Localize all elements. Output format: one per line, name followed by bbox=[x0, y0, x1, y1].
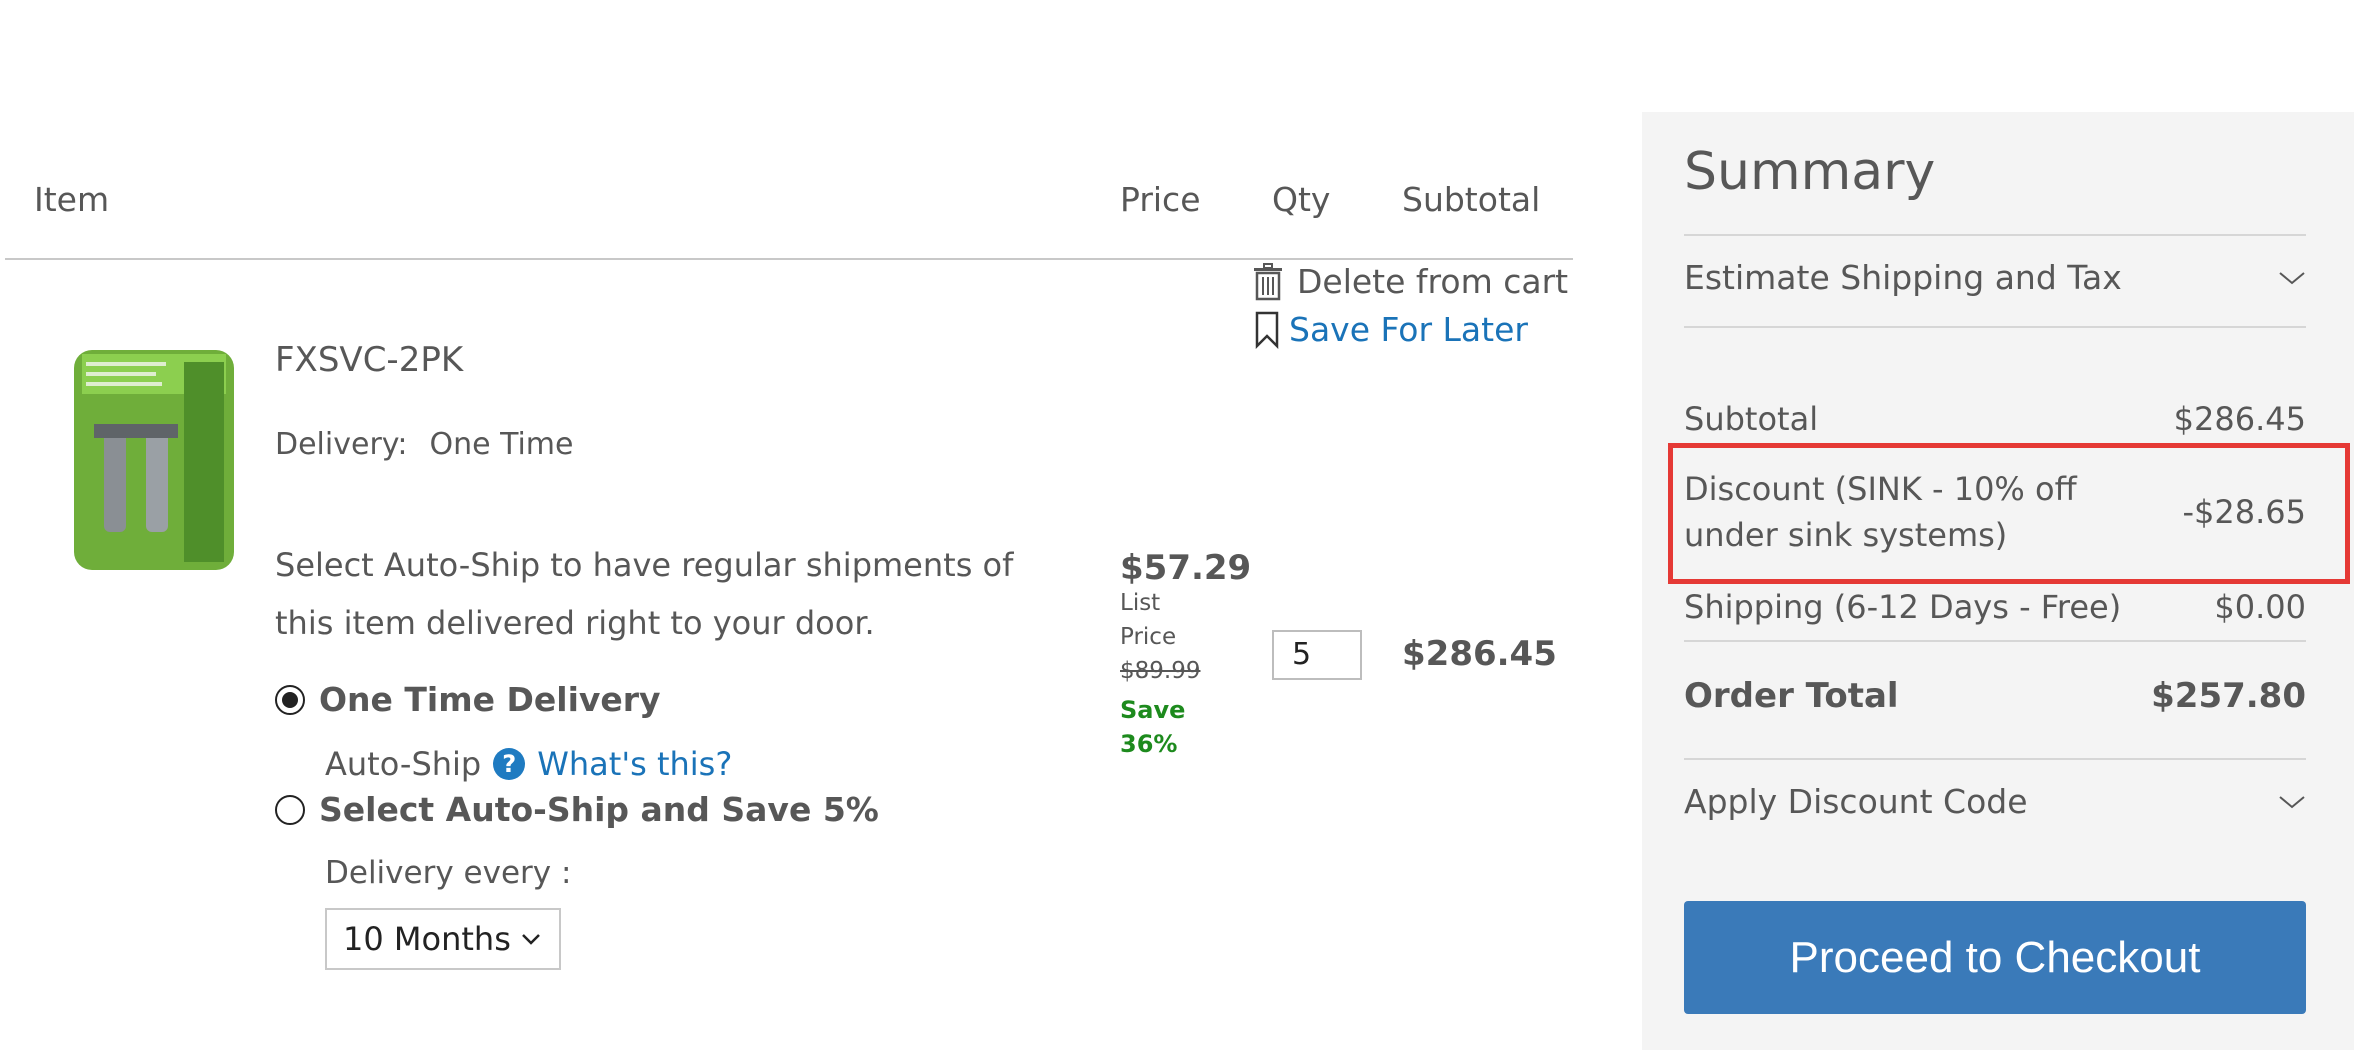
column-header-price: Price bbox=[1120, 180, 1201, 219]
help-icon[interactable]: ? bbox=[493, 748, 526, 780]
summary-subtotal-value: $286.45 bbox=[2173, 400, 2306, 438]
delivery-every-label: Delivery every : bbox=[325, 855, 572, 891]
delivery-label: Delivery: bbox=[275, 427, 408, 462]
product-image[interactable] bbox=[64, 332, 244, 580]
list-label: List bbox=[1120, 590, 1161, 616]
summary-divider bbox=[1684, 640, 2306, 642]
product-name[interactable]: FXSVC-2PK bbox=[275, 340, 463, 380]
chevron-down-icon bbox=[2279, 271, 2305, 284]
autoship-description: Select Auto-Ship to have regular shipmen… bbox=[275, 546, 1014, 642]
column-header-item: Item bbox=[34, 180, 110, 219]
discount-highlight-box bbox=[1668, 443, 2350, 584]
apply-discount-toggle[interactable]: Apply Discount Code bbox=[1684, 782, 2306, 821]
proceed-to-checkout-button[interactable]: Proceed to Checkout bbox=[1684, 901, 2306, 1014]
summary-subtotal-row: Subtotal $286.45 bbox=[1684, 400, 2306, 438]
summary-divider bbox=[1684, 234, 2306, 236]
apply-discount-label: Apply Discount Code bbox=[1684, 782, 2028, 821]
summary-shipping-row: Shipping (6-12 Days - Free) $0.00 bbox=[1684, 588, 2306, 626]
order-total-row: Order Total $257.80 bbox=[1684, 676, 2306, 716]
radio-unselected-icon[interactable] bbox=[275, 794, 305, 825]
quantity-input[interactable]: 5 bbox=[1272, 630, 1362, 680]
radio-selected-icon[interactable] bbox=[275, 684, 305, 715]
price-label: Price bbox=[1120, 624, 1177, 650]
delivery-frequency-select[interactable]: 10 Months bbox=[325, 908, 561, 970]
header-divider bbox=[5, 258, 1573, 260]
autoship-label: Auto-Ship bbox=[325, 745, 482, 783]
estimate-shipping-label: Estimate Shipping and Tax bbox=[1684, 258, 2122, 297]
summary-divider bbox=[1684, 758, 2306, 760]
line-subtotal: $286.45 bbox=[1402, 634, 1557, 674]
summary-divider bbox=[1684, 326, 2306, 328]
autoship-option[interactable]: Select Auto-Ship and Save 5% bbox=[275, 790, 879, 829]
summary-shipping-value: $0.00 bbox=[2214, 588, 2306, 626]
column-header-qty: Qty bbox=[1272, 180, 1331, 219]
delivery-info: Delivery: One Time bbox=[275, 427, 574, 462]
one-time-delivery-option[interactable]: One Time Delivery bbox=[275, 680, 661, 719]
chevron-down-icon bbox=[521, 934, 540, 945]
delivery-value: One Time bbox=[429, 427, 574, 462]
save-for-later-button[interactable]: Save For Later bbox=[1253, 310, 1528, 349]
one-time-delivery-label: One Time Delivery bbox=[319, 680, 661, 719]
estimate-shipping-toggle[interactable]: Estimate Shipping and Tax bbox=[1684, 258, 2306, 297]
save-label: Save bbox=[1120, 696, 1186, 724]
list-price: $89.99 bbox=[1120, 658, 1201, 684]
summary-shipping-label: Shipping (6-12 Days - Free) bbox=[1684, 588, 2122, 626]
autoship-option-label: Select Auto-Ship and Save 5% bbox=[319, 790, 879, 829]
save-percent: 36% bbox=[1120, 730, 1178, 758]
order-total-label: Order Total bbox=[1684, 676, 1899, 716]
chevron-down-icon bbox=[2279, 795, 2305, 808]
whats-this-link[interactable]: What's this? bbox=[537, 745, 732, 783]
column-header-subtotal: Subtotal bbox=[1402, 180, 1541, 219]
bookmark-icon bbox=[1255, 311, 1279, 349]
delete-from-cart-button[interactable]: Delete from cart bbox=[1253, 262, 1568, 301]
summary-title: Summary bbox=[1684, 142, 1936, 202]
unit-price: $57.29 bbox=[1120, 548, 1252, 588]
order-total-value: $257.80 bbox=[2151, 676, 2306, 716]
trash-icon bbox=[1254, 262, 1282, 300]
save-for-later-label: Save For Later bbox=[1289, 310, 1528, 349]
delete-from-cart-label: Delete from cart bbox=[1297, 262, 1569, 301]
delivery-frequency-value: 10 Months bbox=[343, 920, 511, 958]
autoship-info: Auto-Ship ? What's this? bbox=[325, 745, 732, 783]
summary-subtotal-label: Subtotal bbox=[1684, 400, 1819, 438]
